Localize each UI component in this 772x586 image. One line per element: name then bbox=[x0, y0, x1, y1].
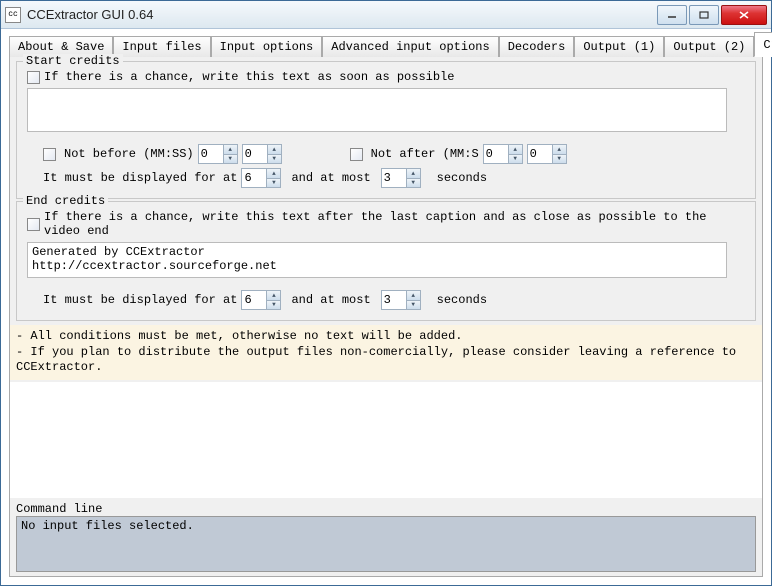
not-before-ss-input[interactable]: ▲▼ bbox=[242, 144, 282, 164]
tab-input-options[interactable]: Input options bbox=[211, 36, 323, 57]
end-chance-checkbox[interactable] bbox=[27, 218, 40, 231]
end-display-max-input[interactable]: ▲▼ bbox=[381, 290, 421, 310]
spin-up-icon[interactable]: ▲ bbox=[407, 291, 420, 301]
not-after-checkbox[interactable] bbox=[350, 148, 363, 161]
start-display-min-input[interactable]: ▲▼ bbox=[241, 168, 281, 188]
not-after-ss-field[interactable] bbox=[528, 145, 552, 163]
end-credits-textarea[interactable] bbox=[27, 242, 727, 278]
minimize-icon bbox=[667, 11, 677, 19]
spin-up-icon[interactable]: ▲ bbox=[267, 169, 280, 179]
close-icon bbox=[738, 10, 750, 20]
start-credits-group: Start credits If there is a chance, writ… bbox=[16, 61, 756, 199]
not-before-ss-field[interactable] bbox=[243, 145, 267, 163]
start-credits-title: Start credits bbox=[23, 54, 123, 68]
tab-advanced-input-options[interactable]: Advanced input options bbox=[322, 36, 498, 57]
start-display-suffix: seconds bbox=[437, 171, 487, 185]
notes-line-2: - If you plan to distribute the output f… bbox=[16, 345, 756, 376]
spin-down-icon[interactable]: ▼ bbox=[509, 155, 522, 164]
start-display-max-field[interactable] bbox=[382, 169, 406, 187]
spin-down-icon[interactable]: ▼ bbox=[224, 155, 237, 164]
credits-pane: Start credits If there is a chance, writ… bbox=[9, 57, 763, 577]
start-display-max-input[interactable]: ▲▼ bbox=[381, 168, 421, 188]
not-before-mm-input[interactable]: ▲▼ bbox=[198, 144, 238, 164]
start-display-prefix: It must be displayed for at bbox=[43, 171, 237, 185]
spin-down-icon[interactable]: ▼ bbox=[267, 179, 280, 188]
maximize-button[interactable] bbox=[689, 5, 719, 25]
app-window: cc CCExtractor GUI 0.64 About & Save Inp… bbox=[0, 0, 772, 586]
window-title: CCExtractor GUI 0.64 bbox=[27, 7, 655, 22]
spin-up-icon[interactable]: ▲ bbox=[268, 145, 281, 155]
start-chance-checkbox[interactable] bbox=[27, 71, 40, 84]
start-display-mid: and at most bbox=[291, 171, 370, 185]
end-credits-title: End credits bbox=[23, 194, 108, 208]
spin-up-icon[interactable]: ▲ bbox=[509, 145, 522, 155]
not-after-mm-field[interactable] bbox=[484, 145, 508, 163]
spin-up-icon[interactable]: ▲ bbox=[267, 291, 280, 301]
end-credits-group: End credits If there is a chance, write … bbox=[16, 201, 756, 321]
titlebar[interactable]: cc CCExtractor GUI 0.64 bbox=[1, 1, 771, 29]
commandline-label: Command line bbox=[16, 502, 756, 516]
start-display-min-field[interactable] bbox=[242, 169, 266, 187]
spin-down-icon[interactable]: ▼ bbox=[407, 301, 420, 310]
start-credits-textarea[interactable] bbox=[27, 88, 727, 132]
spin-down-icon[interactable]: ▼ bbox=[268, 155, 281, 164]
end-display-max-field[interactable] bbox=[382, 291, 406, 309]
minimize-button[interactable] bbox=[657, 5, 687, 25]
spin-up-icon[interactable]: ▲ bbox=[553, 145, 566, 155]
notes-panel: - All conditions must be met, otherwise … bbox=[10, 325, 762, 380]
tab-output-1[interactable]: Output (1) bbox=[574, 36, 664, 57]
end-display-min-input[interactable]: ▲▼ bbox=[241, 290, 281, 310]
not-before-label: Not before (MM:SS) bbox=[64, 147, 194, 161]
tab-credits[interactable]: Credits bbox=[754, 32, 772, 57]
blank-area bbox=[10, 382, 762, 498]
spin-down-icon[interactable]: ▼ bbox=[267, 301, 280, 310]
not-before-checkbox[interactable] bbox=[43, 148, 56, 161]
spin-up-icon[interactable]: ▲ bbox=[224, 145, 237, 155]
tab-input-files[interactable]: Input files bbox=[113, 36, 210, 57]
end-display-prefix: It must be displayed for at bbox=[43, 293, 237, 307]
commandline-box[interactable]: No input files selected. bbox=[16, 516, 756, 572]
end-display-suffix: seconds bbox=[437, 293, 487, 307]
start-chance-label: If there is a chance, write this text as… bbox=[44, 70, 454, 84]
end-display-mid: and at most bbox=[291, 293, 370, 307]
tab-output-2[interactable]: Output (2) bbox=[664, 36, 754, 57]
end-display-min-field[interactable] bbox=[242, 291, 266, 309]
not-before-mm-field[interactable] bbox=[199, 145, 223, 163]
maximize-icon bbox=[699, 11, 709, 19]
not-after-mm-input[interactable]: ▲▼ bbox=[483, 144, 523, 164]
spin-down-icon[interactable]: ▼ bbox=[407, 179, 420, 188]
close-button[interactable] bbox=[721, 5, 767, 25]
not-after-ss-input[interactable]: ▲▼ bbox=[527, 144, 567, 164]
tab-decoders[interactable]: Decoders bbox=[499, 36, 575, 57]
spin-down-icon[interactable]: ▼ bbox=[553, 155, 566, 164]
end-chance-label: If there is a chance, write this text af… bbox=[44, 210, 745, 238]
spin-up-icon[interactable]: ▲ bbox=[407, 169, 420, 179]
not-after-label: Not after (MM:S bbox=[371, 147, 479, 161]
notes-line-1: - All conditions must be met, otherwise … bbox=[16, 329, 756, 345]
app-icon: cc bbox=[5, 7, 21, 23]
